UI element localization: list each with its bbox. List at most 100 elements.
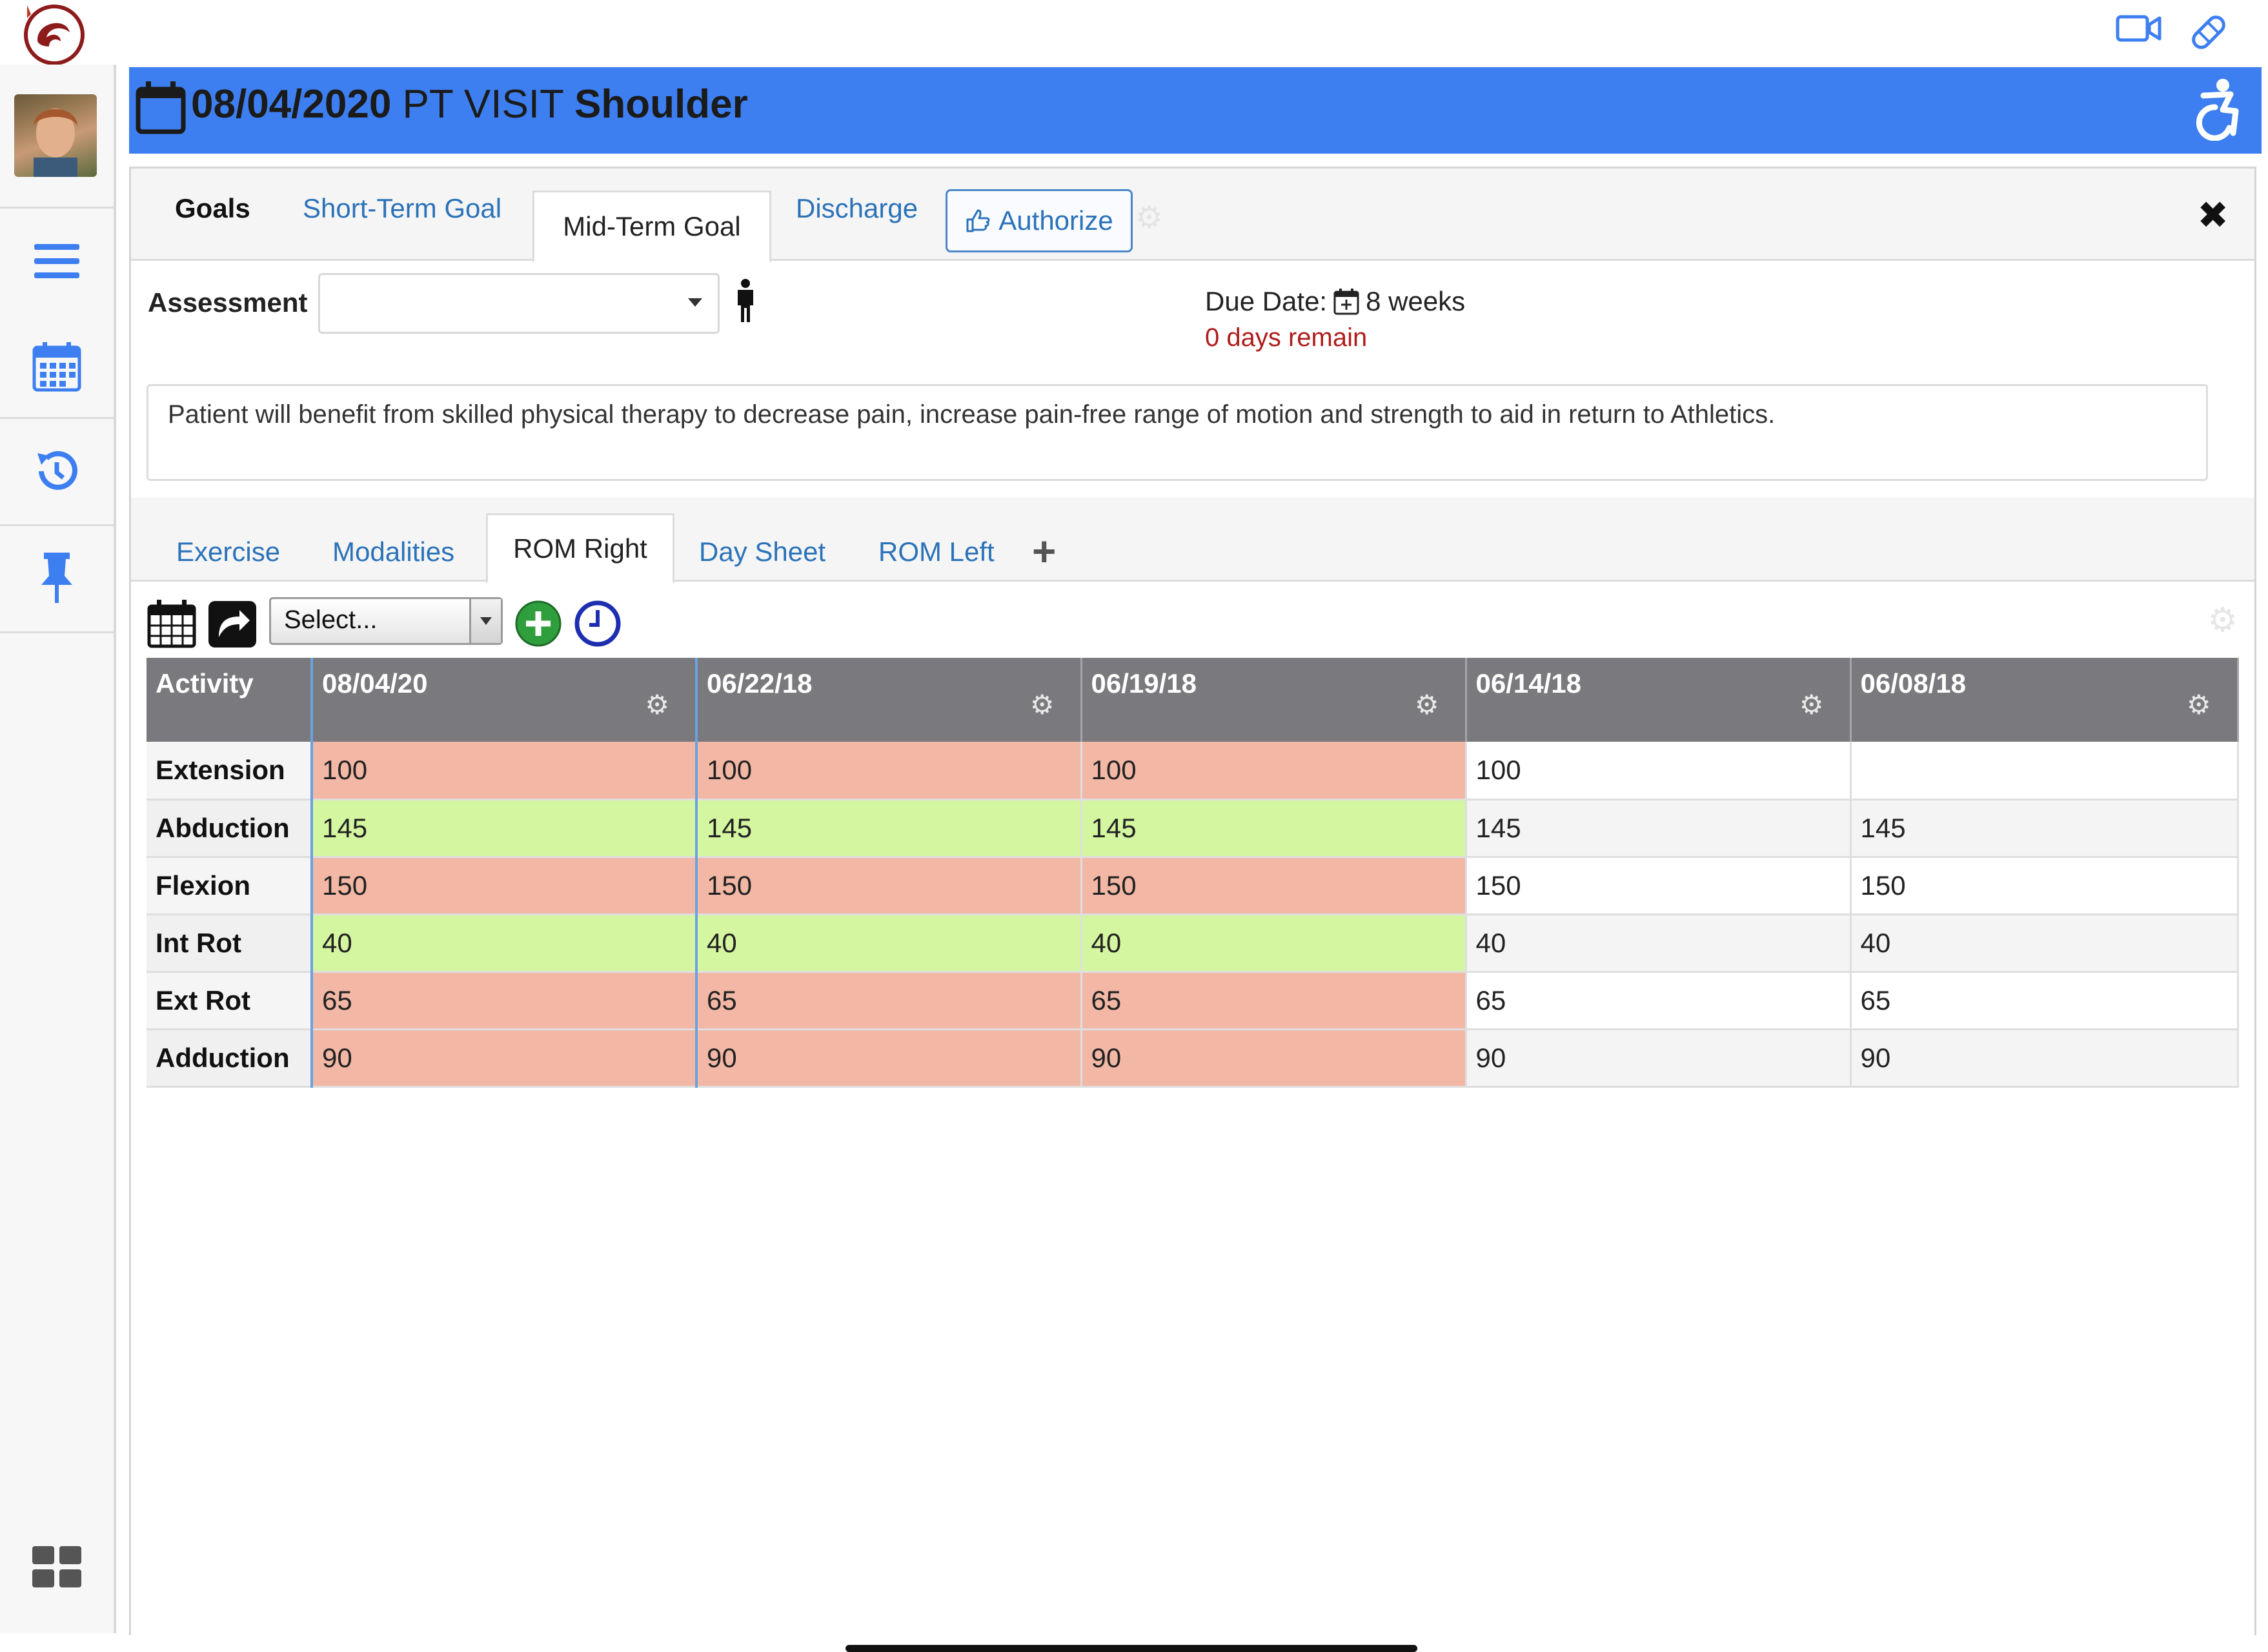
select-placeholder: Select... — [284, 606, 378, 634]
activity-select[interactable]: Select... — [269, 597, 503, 645]
value-cell[interactable]: 90 — [1466, 1029, 1852, 1088]
value-cell[interactable]: 40 — [696, 914, 1082, 973]
chevron-down-icon — [469, 599, 501, 643]
calendar-icon[interactable] — [26, 336, 88, 398]
value-cell[interactable]: 100 — [1081, 742, 1467, 801]
column-header-date[interactable]: 06/08/18 ⚙ — [1850, 658, 2239, 742]
pin-icon[interactable] — [26, 546, 88, 608]
calendar-icon[interactable] — [147, 598, 197, 649]
close-icon[interactable]: ✖ — [2197, 193, 2229, 237]
value-cell[interactable]: 145 — [696, 799, 1082, 858]
tab-discharge[interactable]: Discharge — [796, 193, 918, 224]
app-logo-icon[interactable] — [23, 4, 85, 66]
column-header-label: 08/04/20 — [322, 668, 428, 699]
column-gear-icon[interactable]: ⚙ — [645, 689, 669, 720]
column-header-date[interactable]: 06/22/18 ⚙ — [696, 658, 1082, 742]
assessment-label: Assessment — [148, 287, 308, 318]
tab-modalities[interactable]: Modalities — [332, 536, 454, 567]
visit-header: 08/04/2020 PT VISIT Shoulder — [129, 67, 2262, 154]
tab-short-term-goal[interactable]: Short-Term Goal — [303, 193, 501, 224]
value-cell[interactable]: 40 — [1850, 914, 2239, 973]
section-tabs: Exercise Modalities ROM Right Day Sheet … — [131, 498, 2254, 584]
tab-mid-term-goal[interactable]: Mid-Term Goal — [532, 190, 771, 263]
authorize-button[interactable]: Authorize — [946, 189, 1133, 252]
activity-cell: Flexion — [147, 857, 313, 915]
value-cell[interactable]: 40 — [310, 914, 698, 973]
value-cell[interactable]: 40 — [1466, 914, 1852, 973]
value-cell[interactable]: 65 — [1850, 972, 2239, 1030]
value-cell[interactable]: 90 — [1850, 1029, 2239, 1088]
column-gear-icon[interactable]: ⚙ — [1799, 689, 1824, 720]
body-part: Shoulder — [574, 82, 748, 127]
value-cell[interactable]: 90 — [310, 1029, 698, 1088]
value-cell[interactable]: 145 — [1466, 799, 1852, 858]
value-cell[interactable]: 65 — [1466, 972, 1852, 1030]
value-cell[interactable]: 145 — [1081, 799, 1467, 858]
column-header-label: 06/14/18 — [1475, 668, 1582, 699]
add-tab-icon[interactable]: + — [1032, 527, 1056, 575]
video-call-icon[interactable] — [2116, 12, 2162, 45]
column-gear-icon[interactable]: ⚙ — [1030, 689, 1055, 720]
tab-goals[interactable]: Goals — [175, 193, 250, 224]
table-row: Ext Rot 65 65 65 65 65 — [147, 972, 2239, 1030]
value-cell[interactable]: 90 — [696, 1029, 1082, 1088]
page-title: 08/04/2020 PT VISIT Shoulder — [191, 81, 748, 127]
value-cell[interactable]: 150 — [310, 857, 698, 915]
value-cell[interactable]: 90 — [1081, 1029, 1467, 1088]
top-bar — [0, 0, 2268, 65]
value-cell[interactable]: 150 — [1081, 857, 1467, 915]
due-date-value: 8 weeks — [1366, 286, 1466, 316]
clock-icon[interactable] — [572, 598, 623, 649]
column-header-date[interactable]: 08/04/20 ⚙ — [310, 658, 698, 742]
history-icon[interactable] — [26, 440, 88, 502]
column-header-date[interactable]: 06/19/18 ⚙ — [1081, 658, 1467, 742]
value-cell[interactable]: 40 — [1081, 914, 1467, 973]
home-indicator — [845, 1645, 1417, 1652]
column-header-label: 06/19/18 — [1091, 668, 1197, 699]
add-circle-icon[interactable] — [513, 598, 563, 649]
share-forward-icon[interactable] — [207, 598, 258, 649]
value-cell[interactable] — [1850, 742, 2239, 801]
left-sidebar — [0, 65, 116, 1633]
assessment-select[interactable] — [318, 273, 720, 334]
table-settings-gear-icon[interactable]: ⚙ — [2207, 601, 2238, 640]
table-row: Int Rot 40 40 40 40 40 — [147, 914, 2239, 973]
column-gear-icon[interactable]: ⚙ — [1415, 689, 1439, 720]
authorize-label: Authorize — [998, 205, 1113, 236]
grid-apps-icon[interactable] — [26, 1536, 88, 1598]
person-icon[interactable] — [731, 278, 760, 323]
value-cell[interactable]: 100 — [310, 742, 698, 801]
goal-description[interactable]: Patient will benefit from skilled physic… — [147, 384, 2208, 481]
column-header-date[interactable]: 06/14/18 ⚙ — [1466, 658, 1852, 742]
tab-exercise[interactable]: Exercise — [176, 536, 280, 567]
rom-table: Activity 08/04/20 ⚙ 06/22/18 ⚙ 06/19/18 ⚙ 0… — [147, 658, 2239, 1088]
activity-cell: Extension — [147, 742, 313, 801]
value-cell[interactable]: 145 — [310, 799, 698, 858]
value-cell[interactable]: 100 — [1466, 742, 1852, 801]
goal-tabs: Goals Short-Term Goal Mid-Term Goal Disc… — [131, 168, 2254, 263]
value-cell[interactable]: 150 — [696, 857, 1082, 915]
chevron-down-icon — [688, 298, 702, 307]
tab-rom-left[interactable]: ROM Left — [878, 536, 995, 567]
value-cell[interactable]: 145 — [1850, 799, 2239, 858]
tab-rom-right[interactable]: ROM Right — [486, 513, 674, 584]
accessibility-icon[interactable] — [2184, 76, 2249, 141]
value-cell[interactable]: 65 — [696, 972, 1082, 1030]
value-cell[interactable]: 65 — [1081, 972, 1467, 1030]
calendar-plus-icon[interactable] — [1333, 288, 1359, 315]
visit-date: 08/04/2020 — [191, 82, 392, 127]
visit-type: PT VISIT — [402, 82, 563, 127]
activity-cell: Adduction — [147, 1029, 313, 1088]
value-cell[interactable]: 150 — [1850, 857, 2239, 915]
bandage-icon[interactable] — [2188, 12, 2229, 53]
settings-gear-icon[interactable]: ⚙ — [1135, 199, 1163, 236]
column-gear-icon[interactable]: ⚙ — [2187, 689, 2211, 720]
avatar[interactable] — [14, 94, 97, 177]
value-cell[interactable]: 150 — [1466, 857, 1852, 915]
menu-icon[interactable] — [26, 230, 88, 292]
value-cell[interactable]: 65 — [310, 972, 698, 1030]
value-cell[interactable]: 100 — [696, 742, 1082, 801]
tab-day-sheet[interactable]: Day Sheet — [699, 536, 825, 567]
days-remaining: 0 days remain — [1205, 323, 1368, 352]
activity-cell: Int Rot — [147, 914, 313, 973]
